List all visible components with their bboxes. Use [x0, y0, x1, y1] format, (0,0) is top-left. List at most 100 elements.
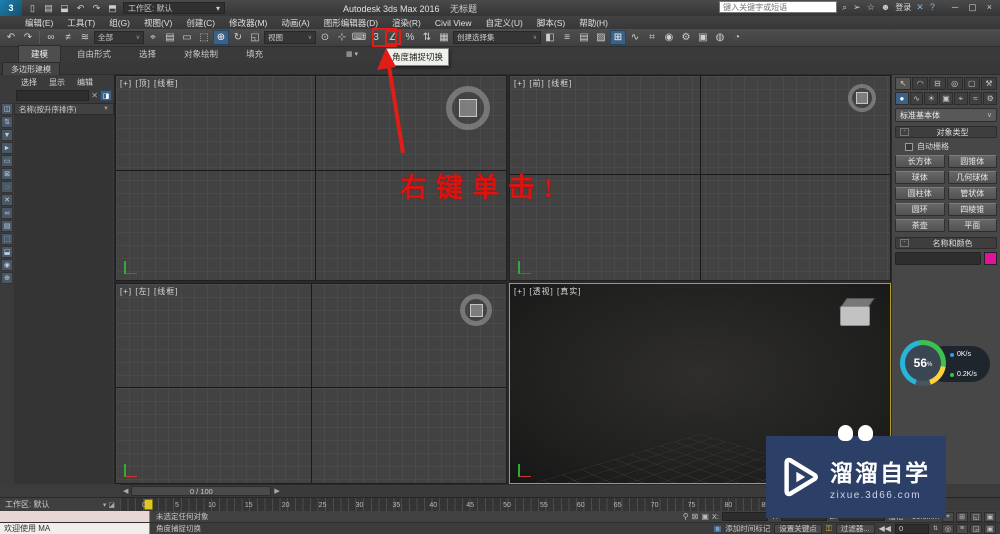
primitive-button[interactable]: 几何球体: [947, 171, 997, 184]
helpers-icon[interactable]: ⌖: [953, 92, 968, 105]
menu-item[interactable]: 工具(T): [60, 17, 102, 29]
hide-icon[interactable]: ◌: [1, 181, 13, 193]
autogrid-checkbox[interactable]: [905, 142, 913, 151]
primitive-type-dropdown[interactable]: 标准基本体 ∨: [895, 108, 997, 122]
minimize-icon[interactable]: ─: [952, 2, 958, 13]
menu-item[interactable]: Civil View: [428, 18, 479, 28]
select-and-move-icon[interactable]: ⊕: [213, 30, 229, 45]
lock-icon[interactable]: ⊠: [1, 168, 13, 180]
render-setup-icon[interactable]: ⚙: [678, 30, 694, 45]
materials-icon[interactable]: ◉: [1, 259, 13, 271]
reference-coordinate-dropdown[interactable]: 视图 ∨: [264, 31, 316, 44]
window-crossing-icon[interactable]: ⬚: [196, 30, 212, 45]
primitive-button[interactable]: 圆柱体: [895, 187, 945, 200]
absolute-mode-icon[interactable]: ▣: [701, 512, 709, 521]
systems-icon[interactable]: ⚙: [983, 92, 998, 105]
maxscript-listener-text[interactable]: 欢迎使用 MA: [0, 522, 150, 534]
explorer-search-input[interactable]: [16, 90, 90, 101]
project-folder-icon[interactable]: ⬒: [106, 2, 119, 14]
zoom-all-icon[interactable]: ◱: [970, 511, 982, 522]
open-file-icon[interactable]: ▤: [42, 2, 55, 14]
undo-icon[interactable]: ↶: [74, 2, 87, 14]
viewport-left[interactable]: [+] [左] [线框]: [115, 283, 507, 484]
mirror-icon[interactable]: ◧: [542, 30, 558, 45]
viewport-left-label[interactable]: [+] [左] [线框]: [120, 286, 178, 297]
set-key-button[interactable]: 设置关键点: [774, 523, 822, 534]
ribbon-tab[interactable]: 选择: [127, 46, 168, 62]
user-icon[interactable]: ☻: [881, 2, 890, 13]
ribbon-tab[interactable]: 自由形式: [65, 46, 123, 62]
motion-tab-icon[interactable]: ◎: [946, 77, 963, 90]
menu-item[interactable]: 脚本(S): [530, 17, 572, 29]
clear-search-icon[interactable]: ✕: [91, 91, 98, 100]
key-icon[interactable]: ⚿: [826, 524, 832, 534]
curve-editor-icon[interactable]: ∿: [627, 30, 643, 45]
layer-manager-icon[interactable]: ▤: [576, 30, 592, 45]
ribbon-toggle-icon[interactable]: ▨: [593, 30, 609, 45]
explorer-menu-item[interactable]: 编辑: [72, 77, 98, 88]
layers-icon[interactable]: ▤: [1, 220, 13, 232]
freeze-icon[interactable]: ✕: [1, 194, 13, 206]
select-and-link-icon[interactable]: ∞: [43, 30, 59, 45]
object-name-input[interactable]: [895, 252, 981, 265]
schematic-view-icon[interactable]: ⌗: [644, 30, 660, 45]
menu-item[interactable]: 修改器(M): [222, 17, 274, 29]
search-input[interactable]: [719, 1, 838, 13]
menu-item[interactable]: 编辑(E): [18, 17, 60, 29]
time-tag-icon[interactable]: ▣: [714, 524, 722, 533]
menu-item[interactable]: 创建(C): [179, 17, 222, 29]
primitive-button[interactable]: 管状体: [947, 187, 997, 200]
display-none-icon[interactable]: ◫: [1, 103, 13, 115]
settings-icon[interactable]: ⊕: [1, 272, 13, 284]
close-icon[interactable]: ×: [987, 2, 992, 13]
object-color-swatch[interactable]: [984, 252, 997, 265]
current-frame-field[interactable]: 0: [894, 523, 929, 534]
bind-to-space-warp-icon[interactable]: ≋: [77, 30, 93, 45]
link-icon[interactable]: ∞: [1, 207, 13, 219]
favorites-icon[interactable]: ☆: [867, 2, 875, 13]
prev-frame-icon[interactable]: ◀: [123, 487, 128, 495]
workspace-selector[interactable]: 工作区: 默认 ▾ ◪: [0, 497, 120, 511]
search-mode-icon[interactable]: ◨: [100, 90, 112, 101]
isolate-selection-icon[interactable]: ⚲: [683, 512, 689, 521]
space-warps-icon[interactable]: ≈: [968, 92, 983, 105]
modify-tab-icon[interactable]: ◠: [912, 77, 929, 90]
lights-icon[interactable]: ☀: [924, 92, 939, 105]
restore-icon[interactable]: ▢: [968, 2, 977, 13]
render-production-icon[interactable]: ◍: [712, 30, 728, 45]
groups-icon[interactable]: ⬚: [1, 233, 13, 245]
workspace-menu-icon[interactable]: ▾ ◪: [103, 501, 115, 509]
lock-selection-icon[interactable]: ⊠: [692, 512, 699, 521]
select-and-rotate-icon[interactable]: ↻: [230, 30, 246, 45]
pick-icon[interactable]: ►: [1, 142, 13, 154]
cameras-icon[interactable]: ▣: [939, 92, 953, 105]
containers-icon[interactable]: ⬓: [1, 246, 13, 258]
primitive-button[interactable]: 长方体: [895, 155, 945, 168]
edit-named-sets-icon[interactable]: ▦: [436, 30, 452, 45]
menu-item[interactable]: 图形编辑器(D): [317, 17, 385, 29]
name-color-rollout[interactable]: - 名称和颜色: [895, 237, 997, 249]
viewport-front[interactable]: [+] [前] [线框]: [509, 75, 891, 281]
workspace-dropdown[interactable]: 工作区: 默认 ▾: [123, 2, 225, 14]
region-icon[interactable]: ▭: [1, 155, 13, 167]
display-tab-icon[interactable]: ▢: [963, 77, 980, 90]
collapse-icon[interactable]: -: [900, 128, 909, 136]
viewcube[interactable]: [446, 86, 490, 130]
spinner-icon[interactable]: ⇅: [933, 525, 938, 532]
go-to-start-icon[interactable]: ◀◀: [879, 524, 891, 533]
menu-item[interactable]: 动画(A): [274, 17, 316, 29]
align-icon[interactable]: ≡: [559, 30, 575, 45]
polygon-modeling-panel[interactable]: 多边形建模: [2, 62, 60, 75]
viewcube[interactable]: [839, 298, 875, 328]
new-scene-icon[interactable]: ▯: [26, 2, 39, 14]
use-pivot-center-icon[interactable]: ⊙: [317, 30, 333, 45]
select-and-manipulate-icon[interactable]: ⊹: [334, 30, 350, 45]
utilities-tab-icon[interactable]: ⚒: [980, 77, 998, 90]
help-icon[interactable]: ?: [930, 2, 935, 13]
percent-snap-icon[interactable]: %: [402, 30, 418, 45]
menu-item[interactable]: 视图(V): [137, 17, 179, 29]
sort-icon[interactable]: ⇅: [1, 116, 13, 128]
share-icon[interactable]: ➢: [853, 2, 861, 13]
ribbon-tab[interactable]: 填充: [234, 46, 275, 62]
rectangular-selection-icon[interactable]: ▭: [179, 30, 195, 45]
